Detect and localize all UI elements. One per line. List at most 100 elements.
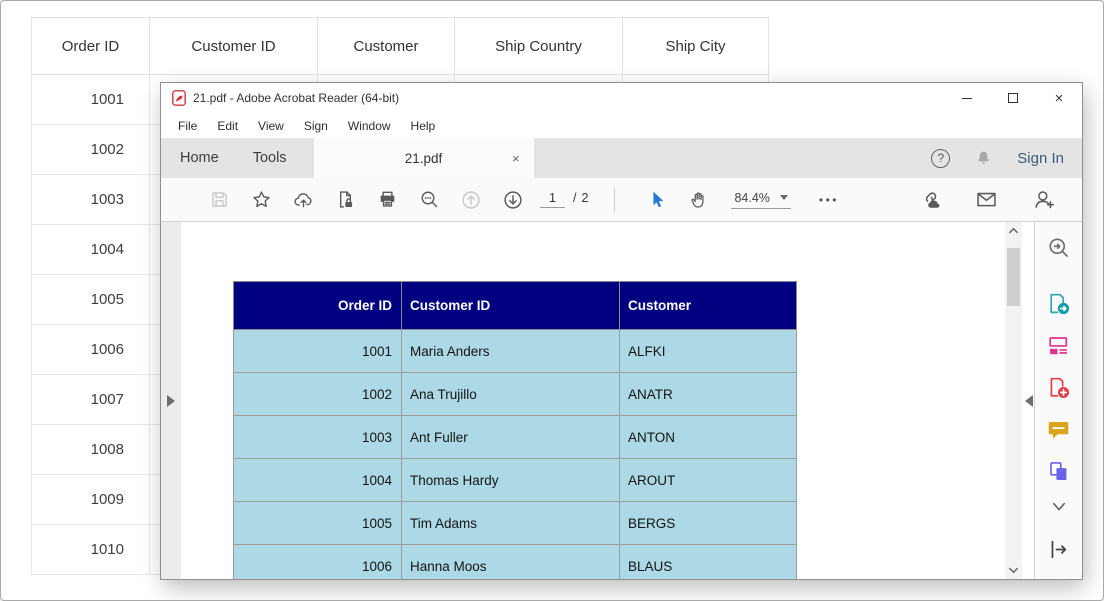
- grid-order-id-cell[interactable]: 1002: [31, 124, 150, 175]
- minimize-button[interactable]: [944, 83, 990, 113]
- export-pdf-button[interactable]: [1046, 291, 1071, 316]
- grid-order-id-cell[interactable]: 1003: [31, 174, 150, 225]
- grid-order-id-cell[interactable]: 1004: [31, 224, 150, 275]
- grid-order-id-cell[interactable]: 1007: [31, 374, 150, 425]
- pdf-customer-id-cell: Thomas Hardy: [401, 458, 620, 502]
- edit-pdf-button[interactable]: [1046, 333, 1071, 358]
- protect-document-button[interactable]: [324, 189, 366, 210]
- window-title: 21.pdf - Adobe Acrobat Reader (64-bit): [193, 91, 400, 105]
- document-area: Order ID Customer ID Customer 1001 Maria…: [161, 222, 1082, 579]
- tab-document[interactable]: 21.pdf ×: [313, 138, 534, 178]
- close-icon: ×: [1054, 89, 1064, 107]
- pane-toggle-arrow-icon: [1051, 540, 1067, 559]
- scrollbar-thumb[interactable]: [1007, 248, 1020, 306]
- arrow-down-circle-icon: [504, 190, 522, 209]
- send-email-button[interactable]: [965, 188, 1007, 211]
- grid-column-header[interactable]: Customer: [317, 17, 455, 75]
- pdf-table-row: 1001 Maria Anders ALFKI: [233, 329, 797, 373]
- app-window: Order ID Customer ID Customer Ship Country S…: [0, 0, 1104, 601]
- tab-tools[interactable]: Tools: [236, 138, 304, 178]
- menu-item[interactable]: View: [248, 119, 294, 133]
- grid-column-header[interactable]: Customer ID: [149, 17, 318, 75]
- collapse-tools-pane-icon[interactable]: [1025, 394, 1033, 407]
- create-pdf-icon: [1050, 377, 1070, 399]
- grid-order-id-cell[interactable]: 1005: [31, 274, 150, 325]
- find-magnifier-icon: [1049, 238, 1068, 257]
- grid-order-id-cell[interactable]: 1006: [31, 324, 150, 375]
- page-navigation: 1 / 2: [540, 191, 588, 208]
- window-titlebar[interactable]: 21.pdf - Adobe Acrobat Reader (64-bit) ×: [161, 83, 1082, 113]
- expand-left-pane-icon[interactable]: [167, 394, 175, 407]
- menu-item[interactable]: Edit: [207, 119, 248, 133]
- grid-order-id-cell[interactable]: 1008: [31, 424, 150, 475]
- select-tool-button[interactable]: [635, 189, 677, 210]
- menu-item[interactable]: Help: [401, 119, 446, 133]
- open-tools-pane-button[interactable]: [1046, 537, 1071, 562]
- menu-item[interactable]: Window: [338, 119, 401, 133]
- notifications-bell-icon[interactable]: [975, 149, 992, 167]
- page-separator: /: [573, 191, 577, 205]
- toolbar: 1 / 2 84.4% •••: [161, 178, 1082, 222]
- cloud-upload-button[interactable]: [282, 189, 324, 210]
- arrow-up-circle-icon: [462, 190, 480, 209]
- pdf-customer-id-cell: Ant Fuller: [401, 415, 620, 459]
- scroll-down-icon[interactable]: [1008, 566, 1019, 574]
- grid-order-id-cell[interactable]: 1001: [31, 74, 150, 125]
- hand-icon: [691, 192, 704, 208]
- more-tools-button[interactable]: •••: [819, 193, 839, 207]
- find-tool-button[interactable]: [1046, 235, 1071, 260]
- share-with-people-button[interactable]: [1022, 188, 1064, 211]
- zoom-level-dropdown[interactable]: 84.4%: [731, 190, 791, 209]
- close-button[interactable]: ×: [1036, 83, 1082, 113]
- cloud-upload-icon: [293, 193, 312, 208]
- hand-tool-button[interactable]: [677, 189, 719, 210]
- magnifier-dots-icon: [421, 191, 437, 208]
- menu-item[interactable]: File: [168, 119, 207, 133]
- vertical-scrollbar[interactable]: [1005, 222, 1022, 579]
- pdf-content-table: Order ID Customer ID Customer 1001 Maria…: [233, 281, 797, 579]
- pdf-order-id-cell: 1004: [233, 458, 402, 502]
- grid-order-id-cell[interactable]: 1009: [31, 474, 150, 525]
- search-zoom-button[interactable]: [408, 189, 450, 210]
- help-icon[interactable]: ?: [931, 148, 951, 168]
- pdf-customer-id-cell: Hanna Moos: [401, 544, 620, 579]
- pdf-table-row: 1002 Ana Trujillo ANATR: [233, 372, 797, 416]
- link-cloud-icon: [925, 192, 939, 208]
- cursor-arrow-icon: [653, 191, 664, 208]
- maximize-button[interactable]: [990, 83, 1036, 113]
- tab-close-icon[interactable]: ×: [512, 151, 520, 166]
- grid-order-id-cell[interactable]: 1010: [31, 524, 150, 575]
- print-button[interactable]: [366, 189, 408, 210]
- pdf-header-order-id: Order ID: [233, 281, 402, 330]
- grid-column-header[interactable]: Order ID: [31, 17, 150, 75]
- pdf-file-icon: [172, 90, 186, 106]
- next-page-button[interactable]: [492, 189, 534, 211]
- tab-home[interactable]: Home: [163, 138, 236, 178]
- favorite-star-button[interactable]: [240, 189, 282, 210]
- grid-column-header[interactable]: Ship City: [622, 17, 769, 75]
- comment-bubble-icon: [1048, 422, 1069, 439]
- grid-column-header[interactable]: Ship Country: [454, 17, 623, 75]
- previous-page-button[interactable]: [450, 189, 492, 211]
- comment-button[interactable]: [1046, 417, 1071, 442]
- more-tools-chevron[interactable]: [1050, 501, 1068, 513]
- sign-in-button[interactable]: Sign In: [1017, 150, 1064, 167]
- pdf-customer-cell: ALFKI: [619, 329, 797, 373]
- maximize-icon: [1008, 93, 1018, 103]
- pdf-table-row: 1004 Thomas Hardy AROUT: [233, 458, 797, 502]
- page-lock-icon: [339, 191, 352, 208]
- combine-files-button[interactable]: [1046, 459, 1071, 484]
- export-pdf-icon: [1050, 293, 1070, 315]
- pdf-order-id-cell: 1005: [233, 501, 402, 545]
- menu-item[interactable]: Sign: [294, 119, 338, 133]
- scroll-up-icon[interactable]: [1008, 227, 1019, 235]
- page-number-input[interactable]: 1: [540, 191, 565, 208]
- zoom-level-value: 84.4%: [734, 190, 770, 205]
- person-add-icon: [1034, 191, 1054, 209]
- pdf-customer-cell: BERGS: [619, 501, 797, 545]
- save-button[interactable]: [198, 189, 240, 210]
- edit-pdf-icon: [1049, 337, 1068, 355]
- acrobat-reader-window: 21.pdf - Adobe Acrobat Reader (64-bit) ×…: [161, 83, 1082, 579]
- create-pdf-button[interactable]: [1046, 375, 1071, 400]
- share-link-button[interactable]: [908, 188, 950, 211]
